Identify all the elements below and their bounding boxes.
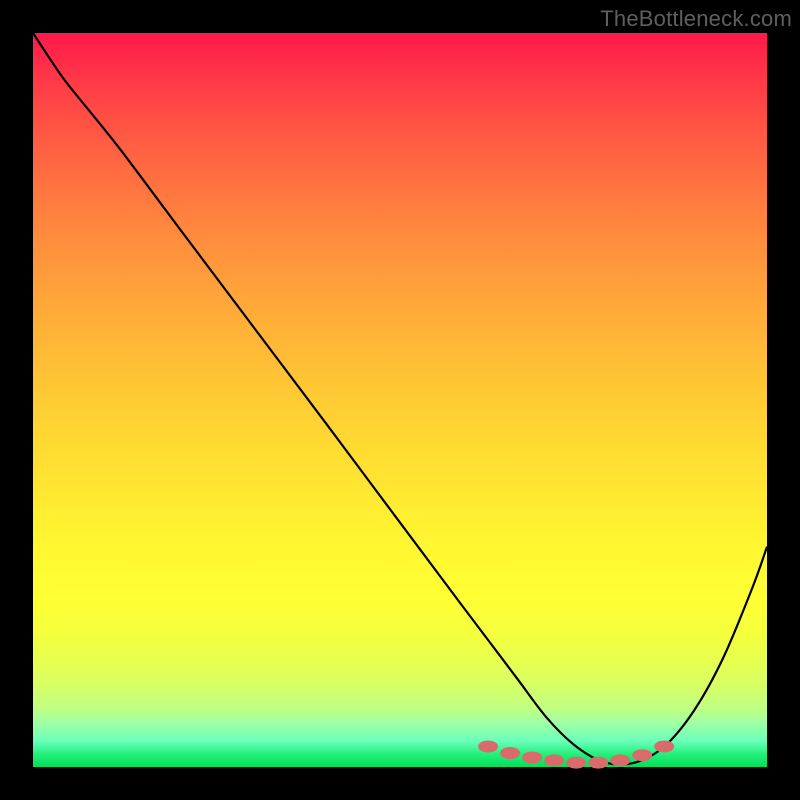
bottleneck-curve-path (33, 33, 767, 765)
emphasis-dot (522, 751, 542, 763)
emphasis-dot (654, 740, 674, 752)
emphasis-dot (478, 740, 498, 752)
emphasis-dot (500, 747, 520, 759)
chart-frame: TheBottleneck.com (0, 0, 800, 800)
curve-layer (33, 33, 767, 767)
emphasis-dot (588, 757, 608, 769)
emphasis-dots-group (478, 740, 674, 768)
emphasis-dot (566, 757, 586, 769)
emphasis-dot (632, 749, 652, 761)
plot-area (33, 33, 767, 767)
watermark-text: TheBottleneck.com (600, 6, 792, 32)
emphasis-dot (544, 754, 564, 766)
emphasis-dot (610, 754, 630, 766)
